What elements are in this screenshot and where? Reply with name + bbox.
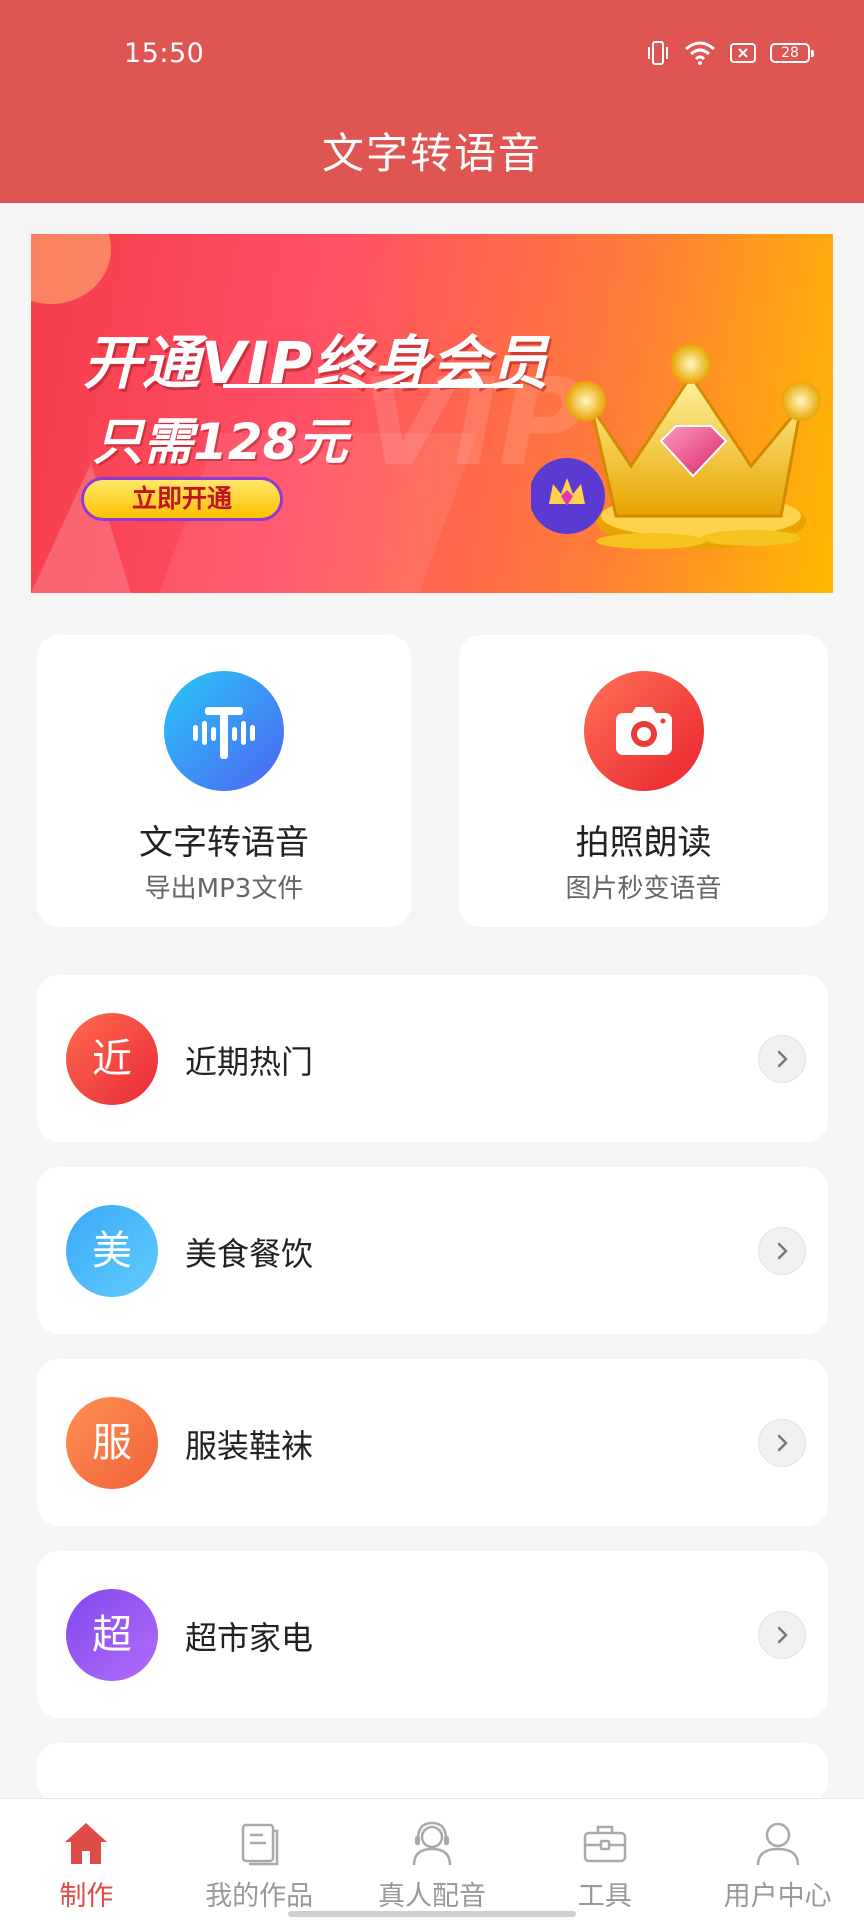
category-label: 超市家电 <box>185 1619 314 1657</box>
camera-icon <box>583 671 704 791</box>
vip-open-button[interactable]: 立即开通 <box>81 477 283 521</box>
list-item-supermarket[interactable]: 超 超市家电 <box>37 1551 828 1718</box>
category-label: 近期热门 <box>185 1043 314 1081</box>
list-item-food[interactable]: 美 美食餐饮 <box>37 1167 828 1334</box>
category-avatar: 服 <box>66 1397 158 1489</box>
wifi-icon <box>684 41 716 65</box>
tab-make[interactable]: 制作 <box>0 1799 173 1920</box>
feature-title: 文字转语音 <box>139 823 309 863</box>
app-header: 15:50 28 文字转语音 <box>0 0 864 203</box>
document-icon <box>233 1817 285 1869</box>
category-avatar: 美 <box>66 1205 158 1297</box>
home-icon <box>60 1817 112 1869</box>
tab-tools[interactable]: 工具 <box>518 1799 691 1920</box>
sim-icon <box>730 43 756 63</box>
chevron-right-icon[interactable] <box>758 1419 806 1467</box>
tab-voice-actor[interactable]: 真人配音 <box>346 1799 519 1920</box>
tab-user-center[interactable]: 用户中心 <box>691 1799 864 1920</box>
banner-underline <box>223 384 523 388</box>
battery-icon: 28 <box>770 43 814 63</box>
feature-title: 拍照朗读 <box>575 823 712 863</box>
voice-actor-icon <box>406 1817 458 1869</box>
audio-text-icon <box>164 671 284 791</box>
toolbox-icon <box>579 1817 631 1869</box>
user-icon <box>752 1817 804 1869</box>
category-label: 服装鞋袜 <box>185 1427 314 1465</box>
banner-decoration <box>31 234 111 304</box>
feature-subtitle: 图片秒变语音 <box>565 874 722 904</box>
tab-label: 工具 <box>577 1881 632 1912</box>
chevron-right-icon[interactable] <box>758 1611 806 1659</box>
tab-label: 用户中心 <box>723 1881 832 1912</box>
feature-photo-read[interactable]: 拍照朗读 图片秒变语音 <box>459 635 828 927</box>
status-icons: 28 <box>646 40 814 66</box>
list-item-recent-hot[interactable]: 近 近期热门 <box>37 975 828 1142</box>
vibrate-icon <box>646 40 670 66</box>
page-title: 文字转语音 <box>321 129 542 178</box>
list-item-partial[interactable] <box>37 1743 828 1803</box>
category-label: 美食餐饮 <box>185 1235 314 1273</box>
tab-label: 我的作品 <box>205 1881 314 1912</box>
list-item-clothing[interactable]: 服 服装鞋袜 <box>37 1359 828 1526</box>
vip-banner[interactable]: VIP 开通VIP终身会员 只需128元 立即开通 <box>31 234 833 593</box>
tab-label: 真人配音 <box>377 1881 486 1912</box>
crown-icon <box>529 326 821 570</box>
bottom-navigation: 制作 我的作品 真人配音 工具 用户中心 <box>0 1798 864 1920</box>
status-time: 15:50 <box>124 38 205 69</box>
banner-price: 只需128元 <box>93 413 348 471</box>
category-avatar: 近 <box>66 1013 158 1105</box>
feature-subtitle: 导出MP3文件 <box>144 874 304 904</box>
home-indicator[interactable] <box>288 1911 576 1917</box>
category-avatar: 超 <box>66 1589 158 1681</box>
chevron-right-icon[interactable] <box>758 1035 806 1083</box>
feature-text-to-speech[interactable]: 文字转语音 导出MP3文件 <box>37 635 411 927</box>
tab-my-works[interactable]: 我的作品 <box>173 1799 346 1920</box>
chevron-right-icon[interactable] <box>758 1227 806 1275</box>
tab-label: 制作 <box>59 1881 114 1912</box>
